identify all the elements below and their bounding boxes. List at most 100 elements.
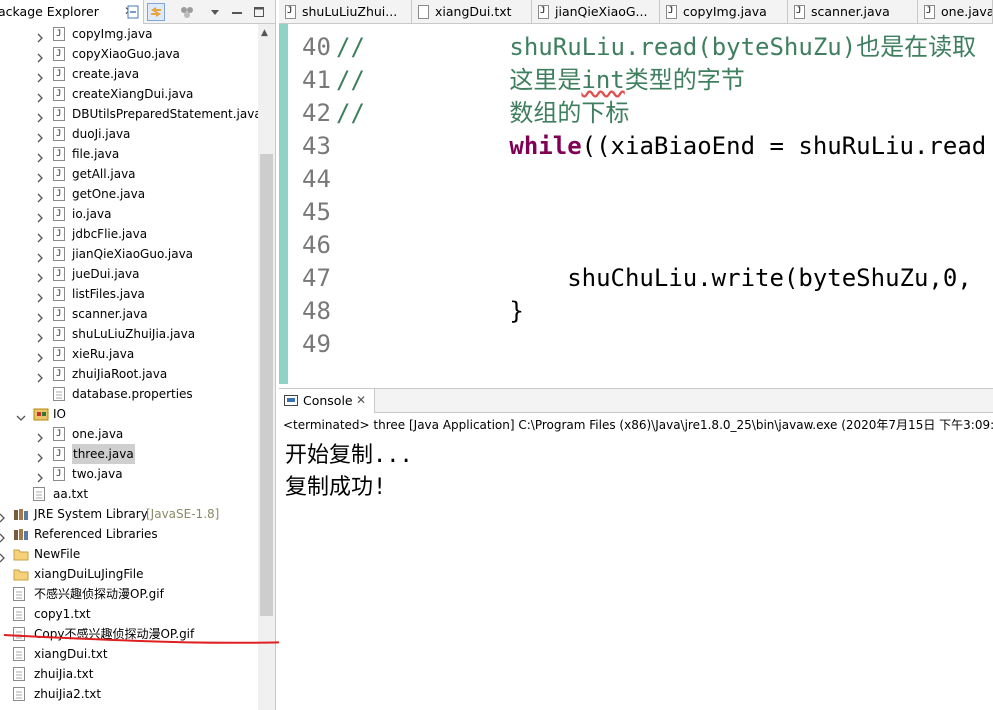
tree-item-aa-txt[interactable]: aa.txt bbox=[0, 484, 258, 504]
tree-item-getone-java[interactable]: JgetOne.java bbox=[0, 184, 258, 204]
code-line: // 数组的下标 bbox=[336, 97, 629, 130]
chevron-right-icon[interactable] bbox=[0, 529, 6, 543]
tree-item-create-java[interactable]: Jcreate.java bbox=[0, 64, 258, 84]
tree-item-label: createXiangDui.java bbox=[72, 87, 194, 101]
scroll-up-icon[interactable]: ▲ bbox=[261, 28, 268, 38]
tree-item-copy-op-gif[interactable]: Copy不感兴趣侦探动漫OP.gif bbox=[0, 624, 258, 644]
chevron-right-icon[interactable] bbox=[36, 169, 44, 183]
chevron-right-icon[interactable] bbox=[0, 549, 6, 563]
collapse-all-icon[interactable] bbox=[124, 3, 142, 21]
chevron-right-icon[interactable] bbox=[36, 129, 44, 143]
library-icon bbox=[13, 507, 29, 521]
minimize-icon[interactable] bbox=[228, 3, 246, 21]
tree-item-label: zhuiJia.txt bbox=[34, 667, 94, 681]
chevron-right-icon[interactable] bbox=[36, 69, 44, 83]
tree-item-label: shuLuLiuZhuiJia.java bbox=[72, 327, 196, 341]
chevron-right-icon[interactable] bbox=[36, 349, 44, 363]
tree-item-copyimg-java[interactable]: JcopyImg.java bbox=[0, 24, 258, 44]
java-file-icon: J bbox=[53, 127, 65, 141]
tree-item-copyxiaoguo-java[interactable]: JcopyXiaoGuo.java bbox=[0, 44, 258, 64]
tree-item-scanner-java[interactable]: Jscanner.java bbox=[0, 304, 258, 324]
java-file-icon: J bbox=[53, 67, 65, 81]
chevron-right-icon[interactable] bbox=[36, 269, 44, 283]
chevron-right-icon[interactable] bbox=[36, 449, 44, 463]
view-menu-icon[interactable] bbox=[206, 3, 224, 21]
tree-item-label: jueDui.java bbox=[72, 267, 140, 281]
code-line: // 这里是int类型的字节 bbox=[336, 64, 745, 97]
chevron-right-icon[interactable] bbox=[36, 149, 44, 163]
chevron-down-icon[interactable] bbox=[16, 409, 26, 421]
tree-item-referenced-libraries[interactable]: Referenced Libraries bbox=[0, 524, 258, 544]
console-icon bbox=[284, 395, 298, 406]
tree-item-jdbcflie-java[interactable]: JjdbcFlie.java bbox=[0, 224, 258, 244]
tree-item-io-java[interactable]: Jio.java bbox=[0, 204, 258, 224]
tree-item-suffix: [JavaSE-1.8] bbox=[146, 507, 220, 521]
tree-item-xiangduilujingfile[interactable]: xiangDuiLuJingFile bbox=[0, 564, 258, 584]
java-file-icon: J bbox=[53, 187, 65, 201]
chevron-right-icon[interactable] bbox=[36, 289, 44, 303]
tree-item-two-java[interactable]: Jtwo.java bbox=[0, 464, 258, 484]
file-icon bbox=[13, 627, 25, 641]
tree-item-listfiles-java[interactable]: JlistFiles.java bbox=[0, 284, 258, 304]
tree-item-label: zhuiJiaRoot.java bbox=[72, 367, 168, 381]
chevron-right-icon[interactable] bbox=[36, 229, 44, 243]
code-token: 这里是 bbox=[364, 66, 582, 94]
chevron-right-icon[interactable] bbox=[36, 29, 44, 43]
tree-item-op-gif[interactable]: 不感兴趣侦探动漫OP.gif bbox=[0, 584, 258, 604]
chevron-right-icon[interactable] bbox=[36, 309, 44, 323]
tree-item-xiangdui-txt[interactable]: xiangDui.txt bbox=[0, 644, 258, 664]
tree-item-newfile[interactable]: NewFile bbox=[0, 544, 258, 564]
tree-item-label: getOne.java bbox=[72, 187, 146, 201]
java-file-icon: J bbox=[53, 147, 65, 161]
tree-scrollbar[interactable]: ▲ bbox=[258, 24, 275, 710]
tree-item-duoji-java[interactable]: JduoJi.java bbox=[0, 124, 258, 144]
console-tab[interactable]: Console ✕ bbox=[279, 389, 375, 413]
chevron-right-icon[interactable] bbox=[36, 369, 44, 383]
tree-item-label: duoJi.java bbox=[72, 127, 131, 141]
tree-item-getall-java[interactable]: JgetAll.java bbox=[0, 164, 258, 184]
chevron-right-icon[interactable] bbox=[36, 49, 44, 63]
tree-item-createxiangdui-java[interactable]: JcreateXiangDui.java bbox=[0, 84, 258, 104]
code-area[interactable]: // shuRuLiu.read(byteShuZu)也是在读取// 这里是in… bbox=[279, 0, 993, 384]
code-token: // bbox=[336, 33, 365, 61]
chevron-right-icon[interactable] bbox=[36, 469, 44, 483]
chevron-right-icon[interactable] bbox=[36, 109, 44, 123]
chevron-right-icon[interactable] bbox=[36, 209, 44, 223]
link-with-editor-icon[interactable] bbox=[147, 3, 165, 21]
tree-item-shululiuzhuijia-java[interactable]: JshuLuLiuZhuiJia.java bbox=[0, 324, 258, 344]
tree-item-juedui-java[interactable]: JjueDui.java bbox=[0, 264, 258, 284]
tree-item-label: xiangDuiLuJingFile bbox=[34, 567, 144, 581]
tree-item-zhuijia-txt[interactable]: zhuiJia.txt bbox=[0, 664, 258, 684]
tree-item-jianqiexiaoguo-java[interactable]: JjianQieXiaoGuo.java bbox=[0, 244, 258, 264]
tree-item-file-java[interactable]: Jfile.java bbox=[0, 144, 258, 164]
focus-icon[interactable] bbox=[178, 3, 196, 21]
code-token: ((xiaBiaoEnd = shuRuLiu.read bbox=[581, 132, 987, 160]
tree-item-three-java[interactable]: Jthree.java bbox=[0, 444, 258, 464]
chevron-right-icon[interactable] bbox=[0, 509, 6, 523]
chevron-right-icon[interactable] bbox=[36, 429, 44, 443]
tree-item-io[interactable]: IO bbox=[0, 404, 258, 424]
tree-item-copy1-txt[interactable]: copy1.txt bbox=[0, 604, 258, 624]
file-icon bbox=[13, 587, 25, 601]
chevron-right-icon[interactable] bbox=[36, 189, 44, 203]
tree-item-dbutilspreparedstatement-java[interactable]: J DBUtilsPreparedStatement.java bbox=[0, 104, 262, 124]
tree-item-zhuijiaroot-java[interactable]: JzhuiJiaRoot.java bbox=[0, 364, 258, 384]
code-token: while bbox=[509, 132, 582, 160]
chevron-right-icon[interactable] bbox=[36, 329, 44, 343]
chevron-right-icon[interactable] bbox=[36, 89, 44, 103]
close-icon[interactable]: ✕ bbox=[356, 393, 366, 407]
maximize-icon[interactable] bbox=[250, 3, 268, 21]
tree-item-xieru-java[interactable]: JxieRu.java bbox=[0, 344, 258, 364]
folder-icon bbox=[13, 567, 29, 581]
scrollbar-thumb[interactable] bbox=[260, 154, 273, 616]
tree-item-label: jdbcFlie.java bbox=[72, 227, 148, 241]
tree-item-one-java[interactable]: Jone.java bbox=[0, 424, 258, 444]
tree-item-label: file.java bbox=[72, 147, 120, 161]
java-file-icon: J bbox=[53, 347, 65, 361]
chevron-right-icon[interactable] bbox=[36, 249, 44, 263]
package-explorer-tab[interactable]: ackage Explorer ✕ bbox=[0, 0, 144, 24]
tree-item-jre-system-library[interactable]: JRE System Library [JavaSE-1.8] bbox=[0, 504, 258, 524]
tree-item-zhuijia2-txt[interactable]: zhuiJia2.txt bbox=[0, 684, 258, 704]
tree-item-database-properties[interactable]: database.properties bbox=[0, 384, 258, 404]
